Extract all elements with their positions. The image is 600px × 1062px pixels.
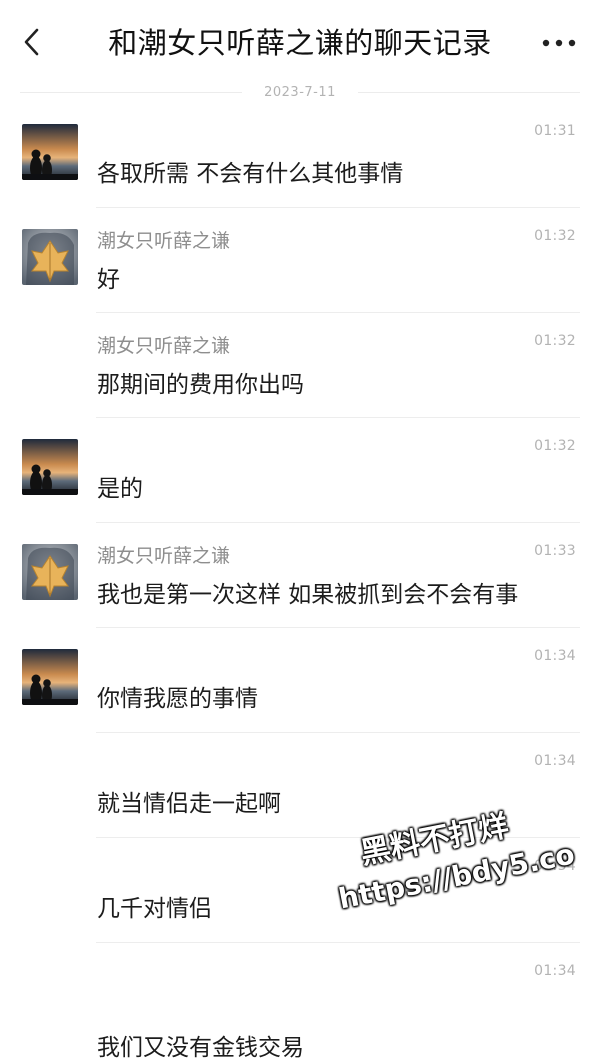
- sunset-couple-avatar: [22, 124, 78, 180]
- more-horizontal-icon: [542, 39, 576, 47]
- message-time: 01:31: [534, 123, 576, 139]
- avatar[interactable]: [22, 229, 78, 285]
- message-time: 01:32: [534, 333, 576, 349]
- sunset-couple-avatar: [22, 439, 78, 495]
- message-text: 是的: [97, 476, 143, 502]
- sender-name: 潮女只听薛之谦: [97, 545, 231, 567]
- message-time: 01:34: [534, 648, 576, 664]
- more-button[interactable]: [540, 30, 578, 56]
- date-divider: 2023-7-11: [20, 80, 580, 104]
- avatar[interactable]: [22, 439, 78, 495]
- avatar[interactable]: [22, 124, 78, 180]
- divider-line: [20, 91, 243, 93]
- sunset-couple-avatar: [22, 649, 78, 705]
- sender-name: 潮女只听薛之谦: [97, 335, 231, 357]
- leaf-face-avatar: [22, 229, 78, 285]
- avatar[interactable]: [22, 649, 78, 705]
- page-title: 和潮女只听薛之谦的聊天记录: [108, 26, 492, 60]
- message-time: 01:34: [534, 753, 576, 769]
- message-item: 01:32 是的: [0, 418, 600, 523]
- leaf-face-avatar: [22, 544, 78, 600]
- chat-history-header: 和潮女只听薛之谦的聊天记录: [0, 0, 600, 86]
- message-item: 01:34 你情我愿的事情: [0, 628, 600, 733]
- message-time: 01:32: [534, 438, 576, 454]
- message-text: 那期间的费用你出吗: [97, 372, 304, 398]
- message-list: 01:31 各取所需 不会有什么其他事情 潮女只听薛之谦 01:32 好 潮女只…: [0, 103, 600, 1061]
- divider-line: [357, 91, 580, 93]
- message-text: 我也是第一次这样 如果被抓到会不会有事: [97, 582, 519, 608]
- chevron-left-icon: [24, 28, 39, 56]
- message-time: 01:33: [534, 543, 576, 559]
- message-time: 01:34: [534, 963, 576, 979]
- message-text: 你情我愿的事情: [97, 686, 258, 712]
- message-item: 潮女只听薛之谦 01:32 那期间的费用你出吗: [0, 313, 600, 418]
- message-item: 01:31 各取所需 不会有什么其他事情: [0, 103, 600, 208]
- sender-name: 潮女只听薛之谦: [97, 230, 231, 252]
- message-item: 潮女只听薛之谦 01:32 好: [0, 208, 600, 313]
- message-text: 好: [97, 267, 120, 293]
- avatar[interactable]: [22, 544, 78, 600]
- message-item: 01:34 我们又没有金钱交易: [0, 943, 600, 1061]
- message-text: 我们又没有金钱交易: [97, 1035, 304, 1061]
- message-item: 潮女只听薛之谦 01:33 我也是第一次这样 如果被抓到会不会有事: [0, 523, 600, 628]
- message-text: 就当情侣走一起啊: [97, 791, 281, 817]
- message-text: 几千对情侣: [97, 896, 212, 922]
- message-time: 01:32: [534, 228, 576, 244]
- date-label: 2023-7-11: [264, 84, 336, 100]
- back-button[interactable]: [16, 24, 48, 60]
- message-text: 各取所需 不会有什么其他事情: [97, 161, 404, 187]
